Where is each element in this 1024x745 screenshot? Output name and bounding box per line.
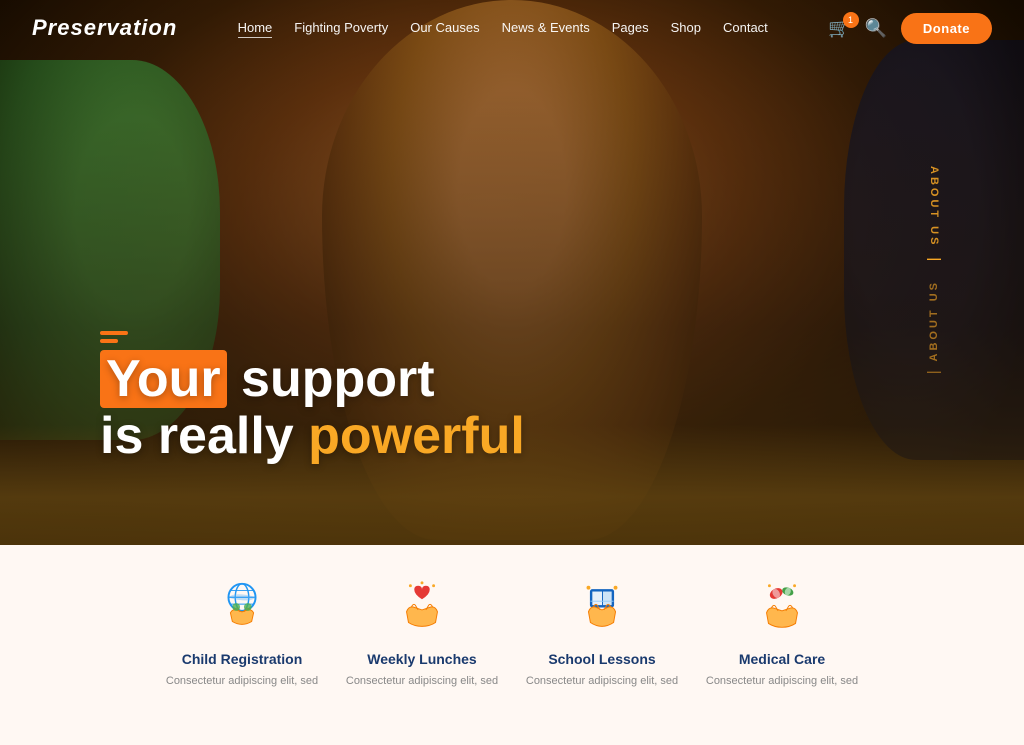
service-desc-weekly-lunches: Consectetur adipiscing elit, sed [346, 673, 498, 690]
service-title-weekly-lunches: Weekly Lunches [367, 651, 476, 667]
deco-lines [100, 331, 128, 343]
about-dash-2: — [927, 363, 941, 379]
about-dash-1: — [927, 250, 941, 266]
nav-item-our-causes[interactable]: Our Causes [410, 19, 479, 37]
nav-link-home[interactable]: Home [238, 20, 273, 38]
services-section: Child Registration Consectetur adipiscin… [0, 545, 1024, 745]
cart-badge: 1 [843, 12, 859, 28]
brand-logo[interactable]: Preservation [32, 15, 177, 41]
hero-content: Your support is really powerful [100, 331, 525, 465]
hearts-hands-icon [390, 575, 454, 639]
book-hand-icon [570, 575, 634, 639]
nav-link-fighting-poverty[interactable]: Fighting Poverty [294, 20, 388, 35]
service-card-medical-care[interactable]: Medical Care Consectetur adipiscing elit… [692, 575, 872, 690]
nav-item-fighting-poverty[interactable]: Fighting Poverty [294, 19, 388, 37]
service-card-child-registration[interactable]: Child Registration Consectetur adipiscin… [152, 575, 332, 690]
service-desc-school-lessons: Consectetur adipiscing elit, sed [526, 673, 678, 690]
service-desc-medical-care: Consectetur adipiscing elit, sed [706, 673, 858, 690]
cart-icon[interactable]: 🛒 1 [828, 18, 850, 39]
donate-button[interactable]: Donate [901, 13, 992, 44]
nav-link-news-events[interactable]: News & Events [502, 20, 590, 35]
service-title-child-registration: Child Registration [182, 651, 303, 667]
hero-title-highlight: Your [100, 350, 227, 408]
nav-links: Home Fighting Poverty Our Causes News & … [238, 19, 768, 37]
hero-decoration [100, 331, 525, 343]
navbar: Preservation Home Fighting Poverty Our C… [0, 0, 1024, 56]
globe-hands-icon [210, 575, 274, 639]
nav-item-home[interactable]: Home [238, 19, 273, 37]
service-card-school-lessons[interactable]: School Lessons Consectetur adipiscing el… [512, 575, 692, 690]
deco-line-1 [100, 331, 128, 335]
about-us-text-2: ABOUT US [928, 280, 940, 361]
about-rotate-decoration: ABOUT US — ABOUT US — [874, 123, 994, 423]
nav-item-contact[interactable]: Contact [723, 19, 768, 37]
service-card-weekly-lunches[interactable]: Weekly Lunches Consectetur adipiscing el… [332, 575, 512, 690]
service-desc-child-registration: Consectetur adipiscing elit, sed [166, 673, 318, 690]
service-title-school-lessons: School Lessons [548, 651, 655, 667]
nav-link-shop[interactable]: Shop [671, 20, 701, 35]
about-us-text-1: ABOUT US [928, 166, 940, 247]
service-title-medical-care: Medical Care [739, 651, 825, 667]
nav-item-shop[interactable]: Shop [671, 19, 701, 37]
search-icon[interactable]: 🔍 [865, 18, 887, 39]
hero-title-part2: support [227, 350, 435, 408]
hero-title-line2-static: is really [100, 407, 308, 465]
nav-actions: 🛒 1 🔍 Donate [828, 13, 992, 44]
nav-item-pages[interactable]: Pages [612, 19, 649, 37]
deco-line-2 [100, 339, 118, 343]
hero-title: Your support is really powerful [100, 351, 525, 465]
nav-link-our-causes[interactable]: Our Causes [410, 20, 479, 35]
hero-section: Preservation Home Fighting Poverty Our C… [0, 0, 1024, 545]
medical-hands-icon [750, 575, 814, 639]
hero-title-powerful: powerful [308, 407, 525, 465]
nav-item-news-events[interactable]: News & Events [502, 19, 590, 37]
nav-link-pages[interactable]: Pages [612, 20, 649, 35]
nav-link-contact[interactable]: Contact [723, 20, 768, 35]
